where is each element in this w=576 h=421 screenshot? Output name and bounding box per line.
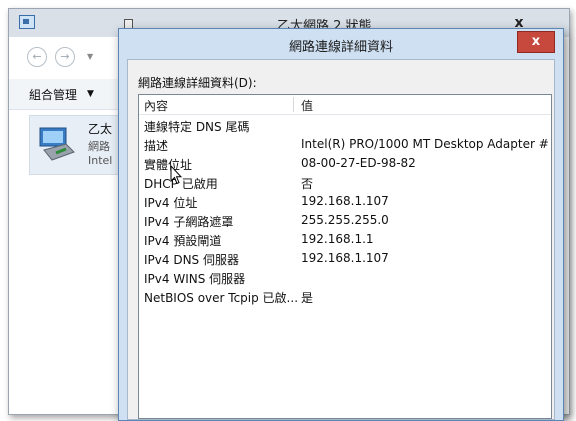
organize-button[interactable]: 組合管理: [29, 86, 77, 103]
property-cell: IPv4 DNS 伺服器: [144, 253, 239, 267]
property-cell: IPv4 預設閘道: [144, 234, 222, 248]
value-cell: 192.168.1.1: [301, 232, 374, 246]
adapter-status: 網路: [88, 140, 110, 153]
value-cell: Intel(R) PRO/1000 MT Desktop Adapter #: [301, 137, 549, 151]
value-cell: 是: [301, 291, 314, 305]
list-row[interactable]: IPv4 WINS 伺服器: [139, 268, 551, 287]
list-header: 內容 值: [139, 95, 551, 115]
dialog-titlebar[interactable]: 網路連線詳細資料 x: [119, 29, 563, 57]
details-list[interactable]: 內容 值 連線特定 DNS 尾碼 描述 Intel(R) PRO/1000 MT…: [138, 94, 552, 419]
network-app-icon: [19, 15, 35, 29]
organize-caret-icon[interactable]: ▼: [87, 89, 94, 99]
list-row[interactable]: IPv4 預設閘道 192.168.1.1: [139, 230, 551, 249]
list-row[interactable]: DHCP 已啟用 否: [139, 173, 551, 192]
value-cell: 否: [301, 177, 314, 191]
value-cell: 192.168.1.107: [301, 194, 389, 208]
adapter-device: Intel: [88, 154, 113, 167]
mouse-cursor-icon: [170, 165, 182, 185]
property-cell: IPv4 位址: [144, 196, 198, 210]
back-arrow-icon[interactable]: ←: [27, 47, 47, 67]
column-divider[interactable]: [293, 97, 294, 112]
dialog-close-button[interactable]: x: [517, 31, 555, 53]
forward-arrow-icon[interactable]: →: [55, 47, 75, 67]
value-cell: 08-00-27-ED-98-82: [301, 156, 416, 170]
command-bar: 組合管理 ▼: [9, 79, 119, 110]
adapter-name: 乙太: [88, 122, 113, 136]
value-cell: 192.168.1.107: [301, 251, 389, 265]
property-cell: 實體位址: [144, 158, 193, 172]
chevron-down-icon[interactable]: ▼: [87, 52, 93, 61]
list-row[interactable]: IPv4 子網路遮罩 255.255.255.0: [139, 211, 551, 230]
column-header-property[interactable]: 內容: [144, 97, 168, 114]
list-row[interactable]: 連線特定 DNS 尾碼: [139, 116, 551, 135]
list-row[interactable]: IPv4 位址 192.168.1.107: [139, 192, 551, 211]
list-row[interactable]: 實體位址 08-00-27-ED-98-82: [139, 154, 551, 173]
column-header-value[interactable]: 值: [301, 97, 313, 114]
network-adapter-item[interactable]: 乙太 網路 Intel: [29, 115, 123, 175]
property-cell: IPv4 子網路遮罩: [144, 215, 234, 229]
list-row[interactable]: NetBIOS over Tcpip 已啟... 是: [139, 287, 551, 306]
dialog-body: 網路連線詳細資料(D): 內容 值 連線特定 DNS 尾碼 描述 Intel(R…: [127, 59, 555, 420]
property-cell: 連線特定 DNS 尾碼: [144, 120, 250, 134]
network-adapter-icon: [39, 127, 75, 161]
property-cell: NetBIOS over Tcpip 已啟...: [144, 291, 299, 305]
property-cell: 描述: [144, 139, 169, 153]
list-row[interactable]: 描述 Intel(R) PRO/1000 MT Desktop Adapter …: [139, 135, 551, 154]
dialog-title: 網路連線詳細資料: [288, 40, 393, 55]
property-cell: IPv4 WINS 伺服器: [144, 272, 246, 286]
network-connection-details-dialog: 網路連線詳細資料 x 網路連線詳細資料(D): 內容 值 連線特定 DNS 尾碼…: [118, 28, 564, 421]
details-label: 網路連線詳細資料(D):: [138, 76, 257, 90]
list-row[interactable]: IPv4 DNS 伺服器 192.168.1.107: [139, 249, 551, 268]
value-cell: 255.255.255.0: [301, 213, 389, 227]
